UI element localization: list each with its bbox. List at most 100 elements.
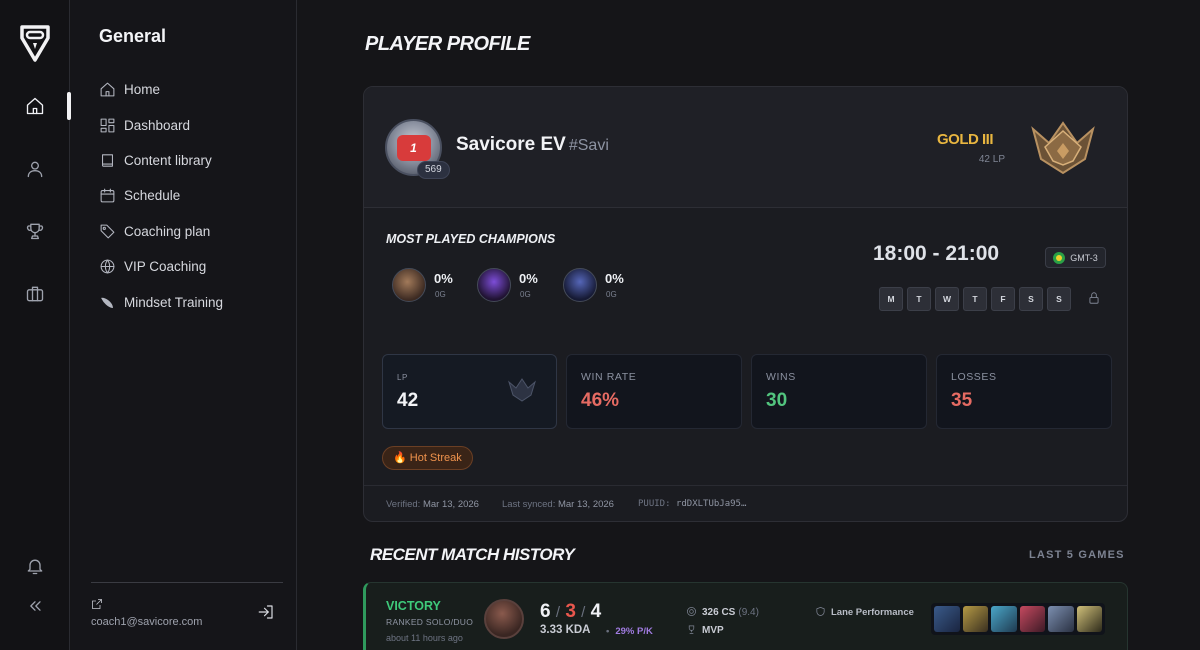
rail-home-button[interactable] [19,90,51,122]
sidebar-item-vip-coaching[interactable]: VIP Coaching [99,249,289,284]
match-score: 6 / 3 / 4 [540,601,601,623]
sidebar-item-mindset-training[interactable]: Mindset Training [99,284,289,319]
item-slot[interactable] [1076,606,1102,632]
briefcase-icon [26,286,44,302]
day-toggle[interactable]: T [963,287,987,311]
item-slot[interactable] [1019,606,1045,632]
rail-trophy-button[interactable] [19,215,51,247]
timezone-label: GMT-3 [1070,252,1098,263]
dot-separator: • [606,626,610,637]
sidebar-item-content-library[interactable]: Content library [99,143,289,178]
day-toggle[interactable]: S [1047,287,1071,311]
sidebar-item-label: Dashboard [124,117,191,133]
champion-games: 0G [435,290,446,299]
logout-button[interactable] [257,603,277,623]
schedule-lock-button[interactable] [1087,291,1101,305]
match-history-subtitle: LAST 5 GAMES [1029,549,1125,561]
sidebar-item-schedule[interactable]: Schedule [99,178,289,213]
champion-winrate: 0% [434,271,453,286]
player-name-text: Savicore EV [456,134,566,155]
tag-icon [100,224,115,239]
availability-days: M T W T F S S [879,287,1071,311]
sidebar-item-dashboard[interactable]: Dashboard [99,107,289,142]
rail-briefcase-button[interactable] [19,278,51,310]
champion-portrait [563,268,597,302]
champion-games: 0G [520,290,531,299]
stat-win-rate: WIN RATE 46% [566,354,742,429]
rank-crest-icon [1031,121,1095,175]
match-time-ago: about 11 hours ago [386,633,463,643]
score-separator: / [555,604,561,621]
match-mvp: MVP [686,624,724,636]
assists: 4 [590,601,602,622]
book-icon [102,154,113,167]
champion-winrate: 0% [605,271,624,286]
app-logo[interactable] [19,24,51,62]
availability-time: 18:00 - 21:00 [873,242,1000,265]
sidebar-item-label: Coaching plan [124,223,211,239]
match-history-title: RECENT MATCH HISTORY [370,545,575,564]
day-toggle[interactable]: W [935,287,959,311]
mvp-label: MVP [702,625,724,636]
day-toggle[interactable]: S [1019,287,1043,311]
day-toggle[interactable]: M [879,287,903,311]
rail-notifications-button[interactable] [19,550,51,582]
rail-collapse-button[interactable] [19,590,51,622]
champion-slot[interactable]: 0% 0G [385,268,465,304]
trophy-icon [26,223,44,240]
rank-lp: 42 LP [978,154,1005,165]
user-icon [27,161,43,178]
calendar-icon [100,188,115,203]
cs-value: 326 CS [702,607,736,618]
hot-streak-badge: 🔥 Hot Streak [382,446,473,470]
match-cs: 326 CS (9.4) [686,606,759,618]
sidebar-user[interactable]: coach1@savicore.com [91,597,221,628]
puuid-info: PUUID: rdDXLTUbJa95… [638,499,746,509]
stat-value: 42 [397,390,419,411]
champion-slot[interactable]: 0% 0G [556,268,636,304]
item-slot[interactable] [1048,606,1074,632]
sidebar-section-title: General [99,26,167,46]
stat-value: 30 [766,390,788,411]
item-slot[interactable] [991,606,1017,632]
target-icon [687,607,696,616]
stat-label: LOSSES [951,371,997,383]
profile-footer: Verified: Mar 13, 2026 Last synced: Mar … [364,485,1127,521]
chevrons-left-icon [30,601,41,611]
timezone-chip[interactable]: GMT-3 [1045,247,1106,268]
sidebar-item-coaching-plan[interactable]: Coaching plan [99,214,289,249]
sidebar-item-label: Home [124,82,161,98]
avatar-emblem: 1 [396,134,431,161]
sidebar-item-home[interactable]: Home [99,72,289,107]
main-content: PLAYER PROFILE 1 569 Savicore EV #Savi GO… [298,0,1200,650]
app-root: General Home Dashboard Content library S… [0,0,1200,650]
champion-slot[interactable]: 0% 0G [470,268,550,304]
globe-icon [100,259,115,274]
item-slot[interactable] [934,606,960,632]
sidebar: General Home Dashboard Content library S… [71,0,297,650]
sidebar-item-label: Schedule [124,188,181,204]
stat-label: LP [397,373,408,382]
bell-icon [27,559,43,575]
grid-icon [100,118,115,132]
sidebar-item-label: VIP Coaching [124,259,207,275]
match-kill-participation: • 29% P/K [606,626,653,637]
match-result: VICTORY [386,599,441,613]
rank-name: GOLD III [937,131,994,148]
day-toggle[interactable]: F [991,287,1015,311]
sidebar-item-label: Mindset Training [124,294,224,310]
day-toggle[interactable]: T [907,287,931,311]
match-kda: 3.33 KDA [540,624,591,636]
stat-label: WINS [766,371,796,383]
rail-profile-button[interactable] [19,153,51,185]
item-slot[interactable] [962,606,988,632]
lane-label: Lane Performance [831,607,914,618]
stat-value: 46% [581,390,620,411]
shield-icon [816,606,825,617]
sidebar-item-label: Content library [124,152,212,168]
stat-losses: LOSSES 35 [936,354,1112,429]
level-badge: 569 [417,161,450,179]
sidebar-divider [91,582,283,583]
lane-performance: Lane Performance [815,606,914,618]
match-row[interactable]: VICTORY RANKED SOLO/DUO about 11 hours a… [363,582,1128,650]
